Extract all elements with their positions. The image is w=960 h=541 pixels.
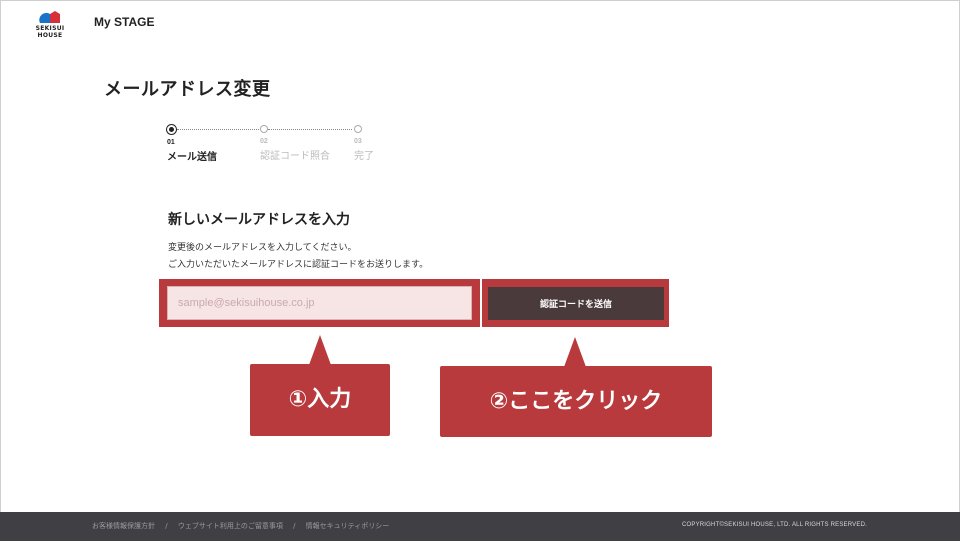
footer-separator: / bbox=[165, 522, 168, 530]
instruction-text: ご入力いただいたメールアドレスに認証コードをお送りします。 bbox=[168, 260, 429, 270]
logo-wordmark: SEKISUI HOUSE bbox=[35, 25, 65, 39]
app-title[interactable]: My STAGE bbox=[94, 15, 154, 29]
step-2: 02 認証コード照合 bbox=[260, 125, 340, 162]
step-number: 01 bbox=[167, 139, 175, 146]
footer-link-privacy[interactable]: お客様情報保護方針 bbox=[92, 522, 155, 530]
callout-pointer bbox=[564, 337, 586, 367]
step-1: 01 メール送信 bbox=[167, 125, 247, 163]
step-label: 完了 bbox=[354, 151, 374, 162]
header: SEKISUI HOUSE My STAGE bbox=[0, 0, 960, 46]
section-title: 新しいメールアドレスを入力 bbox=[168, 212, 350, 228]
step-indicator bbox=[354, 125, 362, 133]
step-label: メール送信 bbox=[167, 152, 217, 163]
footer-link-terms[interactable]: ウェブサイト利用上のご留意事項 bbox=[178, 522, 283, 530]
copyright: COPYRIGHT©SEKISUI HOUSE, LTD. ALL RIGHTS… bbox=[681, 522, 867, 528]
instruction-text: 変更後のメールアドレスを入力してください。 bbox=[168, 243, 357, 253]
step-indicator-current bbox=[167, 125, 176, 134]
email-input[interactable] bbox=[167, 286, 472, 320]
footer: お客様情報保護方針 / ウェブサイト利用上のご留意事項 / 情報セキュリティポリ… bbox=[0, 512, 960, 541]
footer-link-security[interactable]: 情報セキュリティポリシー bbox=[306, 522, 390, 530]
step-label: 認証コード照合 bbox=[260, 151, 330, 162]
footer-links: お客様情報保護方針 / ウェブサイト利用上のご留意事項 / 情報セキュリティポリ… bbox=[92, 521, 389, 531]
footer-separator: / bbox=[293, 522, 296, 530]
progress-steps: 01 メール送信 02 認証コード照合 03 完了 bbox=[167, 125, 397, 169]
sekisui-house-logo[interactable]: SEKISUI HOUSE bbox=[24, 11, 76, 39]
callout-pointer bbox=[309, 335, 331, 365]
house-logo-icon bbox=[39, 11, 60, 23]
step-3: 03 完了 bbox=[354, 125, 434, 162]
step-number: 03 bbox=[354, 138, 362, 145]
send-code-button[interactable]: 認証コードを送信 bbox=[488, 287, 664, 320]
step-indicator bbox=[260, 125, 268, 133]
step-number: 02 bbox=[260, 138, 268, 145]
page-title: メールアドレス変更 bbox=[104, 79, 271, 100]
callout-click: ②ここをクリック bbox=[440, 366, 712, 437]
callout-input: ①入力 bbox=[250, 364, 390, 436]
